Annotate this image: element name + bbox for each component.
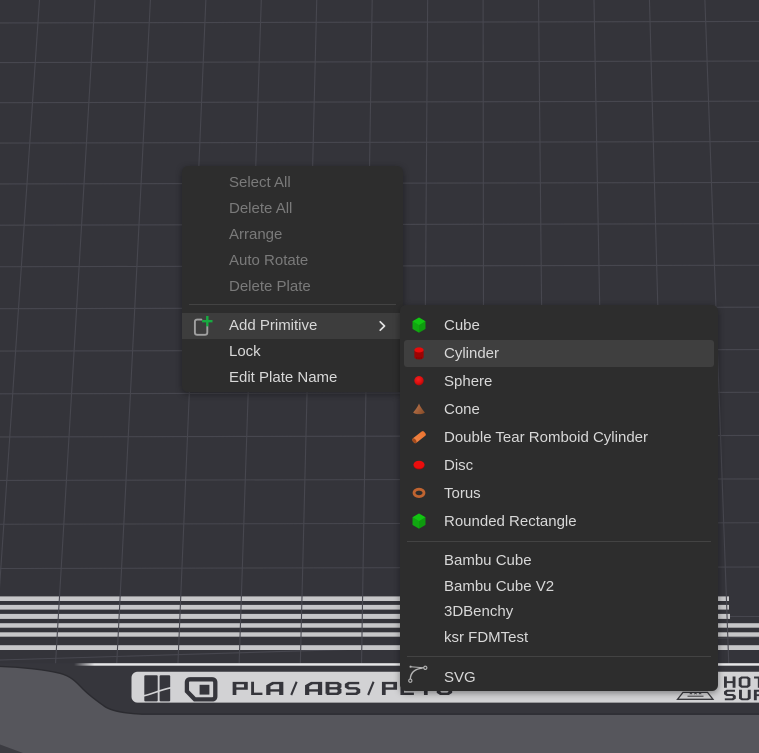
- svg-icon: [408, 664, 428, 684]
- chevron-right-icon: [379, 320, 386, 331]
- menu-item-label: Lock: [229, 343, 261, 360]
- menu-item-double-tear-romboid-cylinder[interactable]: Double Tear Romboid Cylinder: [400, 423, 718, 451]
- menu-item-cone[interactable]: Cone: [400, 395, 718, 423]
- menu-separator: [189, 304, 396, 305]
- menu-item-disc[interactable]: Disc: [400, 451, 718, 479]
- menu-separator: [407, 656, 711, 657]
- menu-item-label: SVG: [444, 669, 476, 686]
- menu-item-label: Bambu Cube: [444, 552, 532, 569]
- cube-icon: [410, 316, 428, 335]
- menu-item-delete-plate[interactable]: Delete Plate: [182, 273, 403, 299]
- disc-icon: [410, 456, 428, 475]
- menu-item-edit-plate-name[interactable]: Edit Plate Name: [182, 365, 403, 391]
- plate-context-menu: Select All Delete All Arrange Auto Rotate De…: [182, 166, 403, 392]
- menu-item-label: Auto Rotate: [229, 252, 308, 269]
- menu-item-label: Cone: [444, 401, 480, 418]
- menu-item-label: Cube: [444, 317, 480, 334]
- menu-item-label: Edit Plate Name: [229, 369, 337, 386]
- menu-item-label: Delete All: [229, 200, 292, 217]
- torus-icon: [410, 484, 428, 503]
- menu-item-label: Bambu Cube V2: [444, 578, 554, 595]
- menu-item-cube[interactable]: Cube: [400, 311, 718, 339]
- double-tear-romboid-cylinder-icon: [410, 428, 428, 447]
- bambu-logo: [144, 675, 171, 701]
- rounded-rectangle-icon: [410, 512, 428, 531]
- menu-item-label: Arrange: [229, 226, 282, 243]
- menu-item-svg[interactable]: SVG: [400, 663, 718, 691]
- menu-item-rounded-rectangle[interactable]: Rounded Rectangle: [400, 507, 718, 535]
- menu-item-label: ksr FDMTest: [444, 629, 528, 646]
- menu-item-ksr-fdmtest[interactable]: ksr FDMTest: [400, 625, 718, 651]
- menu-item-3dbenchy[interactable]: 3DBenchy: [400, 599, 718, 625]
- add-primitive-icon: [193, 315, 213, 336]
- menu-item-add-primitive[interactable]: Add Primitive: [182, 313, 403, 339]
- menu-item-lock[interactable]: Lock: [182, 339, 403, 365]
- menu-item-torus[interactable]: Torus: [400, 479, 718, 507]
- menu-item-label: Cylinder: [444, 345, 499, 362]
- viewport-3d-scene: Select All Delete All Arrange Auto Rotate De…: [0, 0, 759, 753]
- menu-item-delete-all[interactable]: Delete All: [182, 195, 403, 221]
- menu-item-bambu-cube[interactable]: Bambu Cube: [400, 548, 718, 574]
- menu-item-label: Double Tear Romboid Cylinder: [444, 429, 648, 446]
- menu-item-label: Rounded Rectangle: [444, 513, 577, 530]
- menu-item-label: Select All: [229, 174, 291, 191]
- menu-separator: [407, 541, 711, 542]
- sphere-icon: [410, 372, 428, 391]
- menu-item-label: Sphere: [444, 373, 492, 390]
- menu-item-select-all[interactable]: Select All: [182, 169, 403, 195]
- menu-item-label: 3DBenchy: [444, 603, 513, 620]
- menu-item-cylinder[interactable]: Cylinder: [400, 339, 718, 367]
- menu-item-label: Disc: [444, 457, 473, 474]
- menu-item-arrange[interactable]: Arrange: [182, 221, 403, 247]
- cone-icon: [410, 400, 428, 419]
- menu-item-sphere[interactable]: Sphere: [400, 367, 718, 395]
- menu-item-label: Torus: [444, 485, 481, 502]
- add-primitive-submenu: Cube Cylinder Sphere Cone Double Tear Romboi…: [400, 305, 718, 691]
- menu-item-bambu-cube-v2[interactable]: Bambu Cube V2: [400, 574, 718, 600]
- menu-item-label: Add Primitive: [229, 317, 317, 334]
- cylinder-icon: [410, 344, 428, 363]
- menu-item-label: Delete Plate: [229, 278, 311, 295]
- menu-item-auto-rotate[interactable]: Auto Rotate: [182, 247, 403, 273]
